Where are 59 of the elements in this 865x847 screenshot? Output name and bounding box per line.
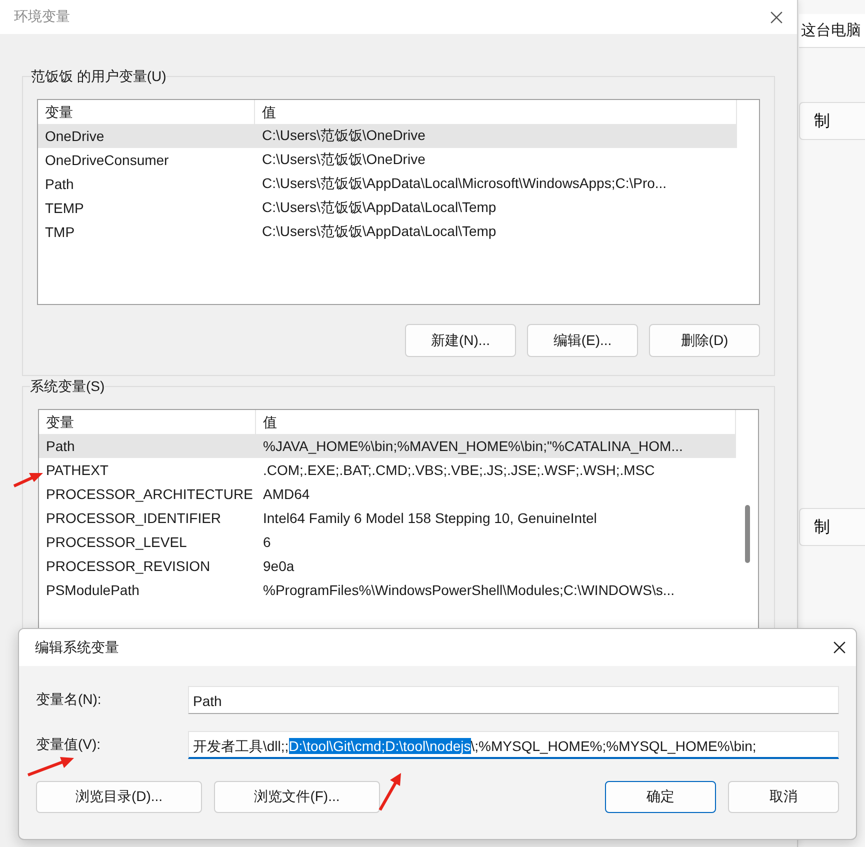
dialog-button[interactable]: 浏览文件(F)... bbox=[214, 781, 380, 813]
variable-name: PATHEXT bbox=[45, 462, 110, 478]
group-label: 范饭饭 的用户变量(U) bbox=[31, 67, 166, 85]
variable-value: C:\Users\范饭饭\AppData\Local\Temp bbox=[261, 199, 498, 217]
variable-value: %ProgramFiles%\WindowsPowerShell\Modules;C:\WINDOWS\s... bbox=[262, 582, 676, 598]
variable-value: C:\Users\范饭饭\OneDrive bbox=[261, 127, 426, 145]
close-icon[interactable] bbox=[770, 10, 783, 24]
rename-field[interactable]: 这台电脑 bbox=[799, 14, 865, 48]
variable-name: TMP bbox=[44, 224, 76, 240]
list-row[interactable]: PSModulePath %ProgramFiles%\WindowsPowerShell\Modules;C:\WINDOWS\s... bbox=[39, 578, 736, 602]
window-title: 环境变量 bbox=[14, 8, 70, 26]
list-row[interactable]: TEMP C:\Users\范饭饭\AppData\Local\Temp bbox=[38, 196, 737, 220]
variable-name: PROCESSOR_REVISION bbox=[45, 558, 212, 574]
variable-name: Path bbox=[45, 438, 76, 454]
list-row[interactable]: PROCESSOR_IDENTIFIER Intel64 Family 6 Model 158 Stepping 10, GenuineIntel bbox=[39, 506, 736, 530]
list-row[interactable]: PROCESSOR_ARCHITECTURE AMD64 bbox=[39, 482, 736, 506]
variable-name: TEMP bbox=[44, 200, 85, 216]
variable-value: 6 bbox=[262, 534, 272, 550]
list-row[interactable]: OneDriveConsumer C:\Users\范饭饭\OneDrive bbox=[38, 148, 737, 172]
variable-value: C:\Users\范饭饭\AppData\Local\Microsoft\WindowsApps;C:\Pro... bbox=[261, 175, 668, 193]
copy-button[interactable]: 制 bbox=[799, 102, 865, 140]
annotation-arrow bbox=[378, 773, 401, 811]
variable-value: 9e0a bbox=[262, 558, 296, 574]
list-row[interactable]: OneDrive C:\Users\范饭饭\OneDrive bbox=[38, 124, 737, 148]
list-row[interactable]: TMP C:\Users\范饭饭\AppData\Local\Temp bbox=[38, 220, 737, 244]
variable-name: PSModulePath bbox=[45, 582, 140, 598]
dialog-button[interactable]: 编辑(E)... bbox=[527, 324, 638, 357]
dialog-button[interactable]: 浏览目录(D)... bbox=[36, 781, 202, 813]
variable-name: PROCESSOR_IDENTIFIER bbox=[45, 510, 222, 526]
field-label: 变量值(V): bbox=[36, 736, 102, 754]
scrollbar-thumb[interactable] bbox=[745, 505, 750, 563]
dialog-button[interactable]: 删除(D) bbox=[649, 324, 760, 357]
variable-value: C:\Users\范饭饭\OneDrive bbox=[261, 151, 426, 169]
variable-name: PROCESSOR_LEVEL bbox=[45, 534, 188, 550]
variable-value: .COM;.EXE;.BAT;.CMD;.VBS;.VBE;.JS;.JSE;.WSF;.WSH;.MSC bbox=[262, 462, 656, 478]
annotation-arrow bbox=[13, 473, 43, 488]
variable-name: Path bbox=[44, 176, 75, 192]
close-icon[interactable] bbox=[833, 641, 846, 654]
dialog-title: 编辑系统变量 bbox=[35, 638, 119, 656]
list-row[interactable]: Path C:\Users\范饭饭\AppData\Local\Microsoft\WindowsApps;C:\Pro... bbox=[38, 172, 737, 196]
field-label: 变量名(N): bbox=[36, 691, 102, 709]
variable-name: OneDrive bbox=[44, 128, 106, 144]
annotation-arrow bbox=[27, 757, 74, 776]
list-row[interactable]: PROCESSOR_REVISION 9e0a bbox=[39, 554, 736, 578]
list-row[interactable]: PATHEXT .COM;.EXE;.BAT;.CMD;.VBS;.VBE;.JS;.JSE;.WSF;.WSH;.MSC bbox=[39, 458, 736, 482]
dialog-button[interactable]: 确定 bbox=[605, 781, 716, 813]
variable-value: AMD64 bbox=[262, 486, 311, 502]
dialog-button[interactable]: 取消 bbox=[728, 781, 839, 813]
list-row[interactable]: PROCESSOR_LEVEL 6 bbox=[39, 530, 736, 554]
group-label: 系统变量(S) bbox=[30, 377, 105, 395]
variable-name: PROCESSOR_ARCHITECTURE bbox=[45, 486, 254, 502]
variable-value: C:\Users\范饭饭\AppData\Local\Temp bbox=[261, 223, 498, 241]
variable-name: OneDriveConsumer bbox=[44, 152, 170, 168]
list-row[interactable]: Path %JAVA_HOME%\bin;%MAVEN_HOME%\bin;"%CATALINA_HOM... bbox=[39, 434, 736, 458]
variable-value: Intel64 Family 6 Model 158 Stepping 10, GenuineIntel bbox=[262, 510, 598, 526]
dialog-button[interactable]: 新建(N)... bbox=[405, 324, 516, 357]
input-field[interactable]: Path bbox=[188, 686, 839, 714]
variable-value: %JAVA_HOME%\bin;%MAVEN_HOME%\bin;"%CATALINA_HOM... bbox=[262, 438, 684, 454]
copy-button[interactable]: 制 bbox=[799, 508, 865, 546]
